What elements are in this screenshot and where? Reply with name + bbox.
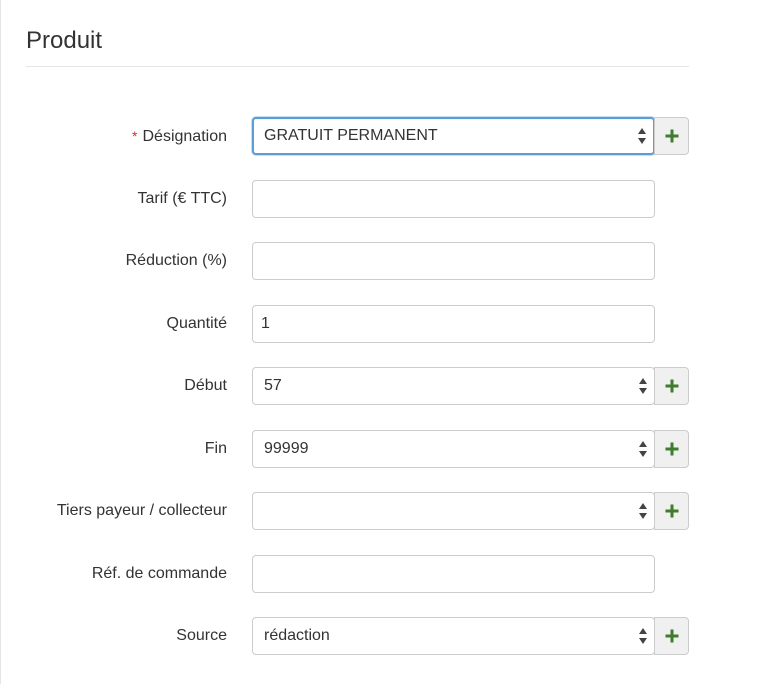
ref-commande-input[interactable]: [252, 555, 655, 593]
plus-icon: [665, 379, 678, 393]
select-arrows-icon: [638, 627, 648, 645]
fin-selected-value: 99999: [264, 440, 309, 457]
select-arrows-icon: [638, 502, 648, 520]
reduction-label: Réduction (%): [125, 252, 227, 269]
quantite-row: Quantité 1: [1, 305, 701, 343]
reduction-row: Réduction (%): [1, 242, 701, 280]
section-divider: [26, 66, 689, 67]
tarif-label: Tarif (€ TTC): [137, 190, 227, 207]
tiers-row: Tiers payeur / collecteur: [1, 492, 701, 530]
debut-label: Début: [184, 377, 227, 394]
designation-selected-value: GRATUIT PERMANENT: [264, 127, 438, 144]
designation-select[interactable]: GRATUIT PERMANENT: [252, 117, 655, 155]
source-select[interactable]: rédaction: [252, 617, 655, 655]
tarif-input[interactable]: [252, 180, 655, 218]
designation-label: * Désignation: [132, 117, 227, 155]
select-arrows-icon: [638, 440, 648, 458]
plus-icon: [665, 629, 678, 643]
debut-row: Début 57: [1, 367, 701, 405]
add-source-button[interactable]: [654, 617, 689, 655]
select-arrows-icon: [638, 377, 648, 395]
add-fin-button[interactable]: [654, 430, 689, 468]
plus-icon: [665, 442, 678, 456]
debut-select[interactable]: 57: [252, 367, 655, 405]
quantite-label: Quantité: [166, 315, 227, 332]
ref-commande-row: Réf. de commande: [1, 555, 701, 593]
quantite-input[interactable]: 1: [252, 305, 655, 343]
fin-label: Fin: [204, 440, 227, 457]
tarif-row: Tarif (€ TTC): [1, 180, 701, 218]
fin-row: Fin 99999: [1, 430, 701, 468]
required-marker: *: [132, 128, 138, 144]
quantite-value: 1: [261, 315, 270, 332]
select-arrows-icon: [637, 127, 647, 145]
add-debut-button[interactable]: [654, 367, 689, 405]
tiers-select[interactable]: [252, 492, 655, 530]
section-title: Produit: [26, 27, 103, 54]
designation-row: * Désignation GRATUIT PERMANENT: [1, 117, 701, 155]
tiers-label: Tiers payeur / collecteur: [56, 502, 227, 519]
source-selected-value: rédaction: [264, 627, 330, 644]
add-designation-button[interactable]: [654, 117, 689, 155]
add-tiers-button[interactable]: [654, 492, 689, 530]
designation-label-text: Désignation: [142, 128, 228, 145]
debut-selected-value: 57: [264, 377, 282, 394]
plus-icon: [665, 129, 678, 143]
source-row: Source rédaction: [1, 617, 701, 655]
plus-icon: [665, 504, 678, 518]
source-label: Source: [176, 627, 227, 644]
ref-commande-label: Réf. de commande: [91, 565, 227, 582]
product-panel: Produit * Désignation GRATUIT PERMANENT T…: [0, 0, 776, 684]
reduction-input[interactable]: [252, 242, 655, 280]
fin-select[interactable]: 99999: [252, 430, 655, 468]
